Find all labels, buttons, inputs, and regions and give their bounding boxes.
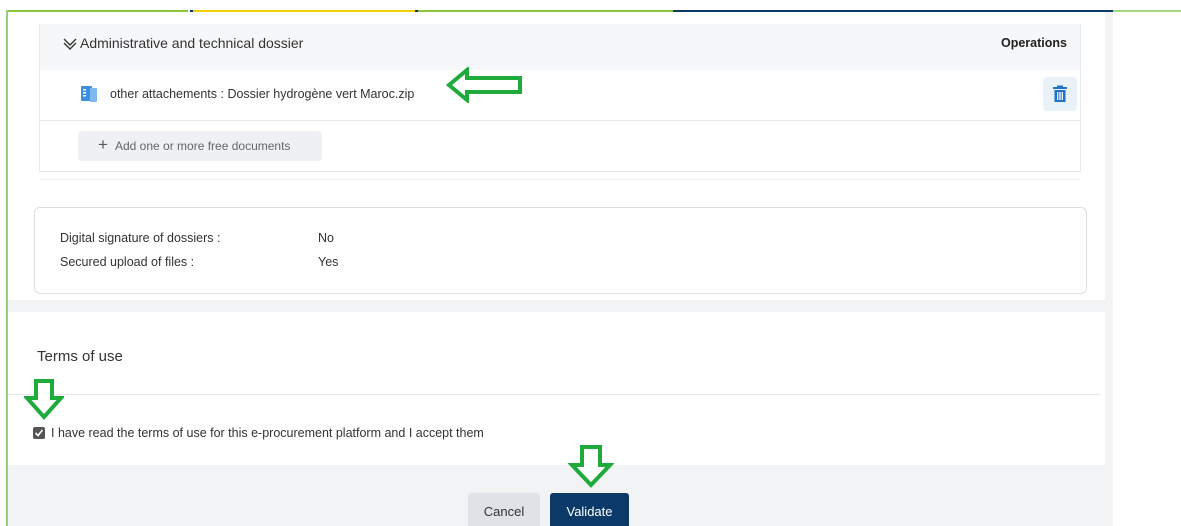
cancel-button[interactable]: Cancel xyxy=(468,493,540,526)
attachment-text[interactable]: other attachements : Dossier hydrogène v… xyxy=(110,87,414,101)
plus-icon: + xyxy=(98,135,108,154)
chevron-down-icon[interactable] xyxy=(62,37,78,51)
zip-file-icon xyxy=(81,86,97,102)
dossier-card: Administrative and technical dossier Ope… xyxy=(8,12,1105,300)
down-arrow-icon xyxy=(24,379,64,420)
delete-attachment-button[interactable] xyxy=(1043,77,1077,111)
checkmark-icon xyxy=(34,429,44,437)
add-documents-button[interactable]: + Add one or more free documents xyxy=(78,131,322,161)
divider xyxy=(8,394,1100,395)
left-arrow-icon xyxy=(446,67,522,103)
trash-icon xyxy=(1053,85,1067,102)
down-arrow-icon xyxy=(568,445,614,488)
digital-signature-value: No xyxy=(318,231,334,245)
terms-checkbox-label[interactable]: I have read the terms of use for this e-… xyxy=(51,426,484,440)
add-documents-label: Add one or more free documents xyxy=(115,139,291,153)
secured-upload-value: Yes xyxy=(318,255,339,269)
secured-upload-label: Secured upload of files : xyxy=(60,255,195,269)
terms-card: Terms of use I have read the terms of us… xyxy=(8,312,1105,465)
top-accent-line xyxy=(1113,10,1181,12)
attachment-row: other attachements : Dossier hydrogène v… xyxy=(40,70,1080,121)
dossier-section: Administrative and technical dossier Ope… xyxy=(39,24,1081,172)
dossier-header[interactable]: Administrative and technical dossier Ope… xyxy=(40,24,1080,70)
attachment-filename[interactable]: Dossier hydrogène vert Maroc.zip xyxy=(227,87,414,101)
signature-info-box: Digital signature of dossiers : No Secur… xyxy=(34,207,1087,294)
terms-title: Terms of use xyxy=(37,348,123,365)
digital-signature-label: Digital signature of dossiers : xyxy=(60,231,221,245)
validate-button[interactable]: Validate xyxy=(550,493,629,526)
terms-checkbox[interactable] xyxy=(33,427,45,439)
attachment-label: other attachements : xyxy=(110,87,228,101)
dossier-title: Administrative and technical dossier xyxy=(80,35,304,51)
divider xyxy=(39,179,1081,180)
operations-header: Operations xyxy=(1001,36,1067,50)
